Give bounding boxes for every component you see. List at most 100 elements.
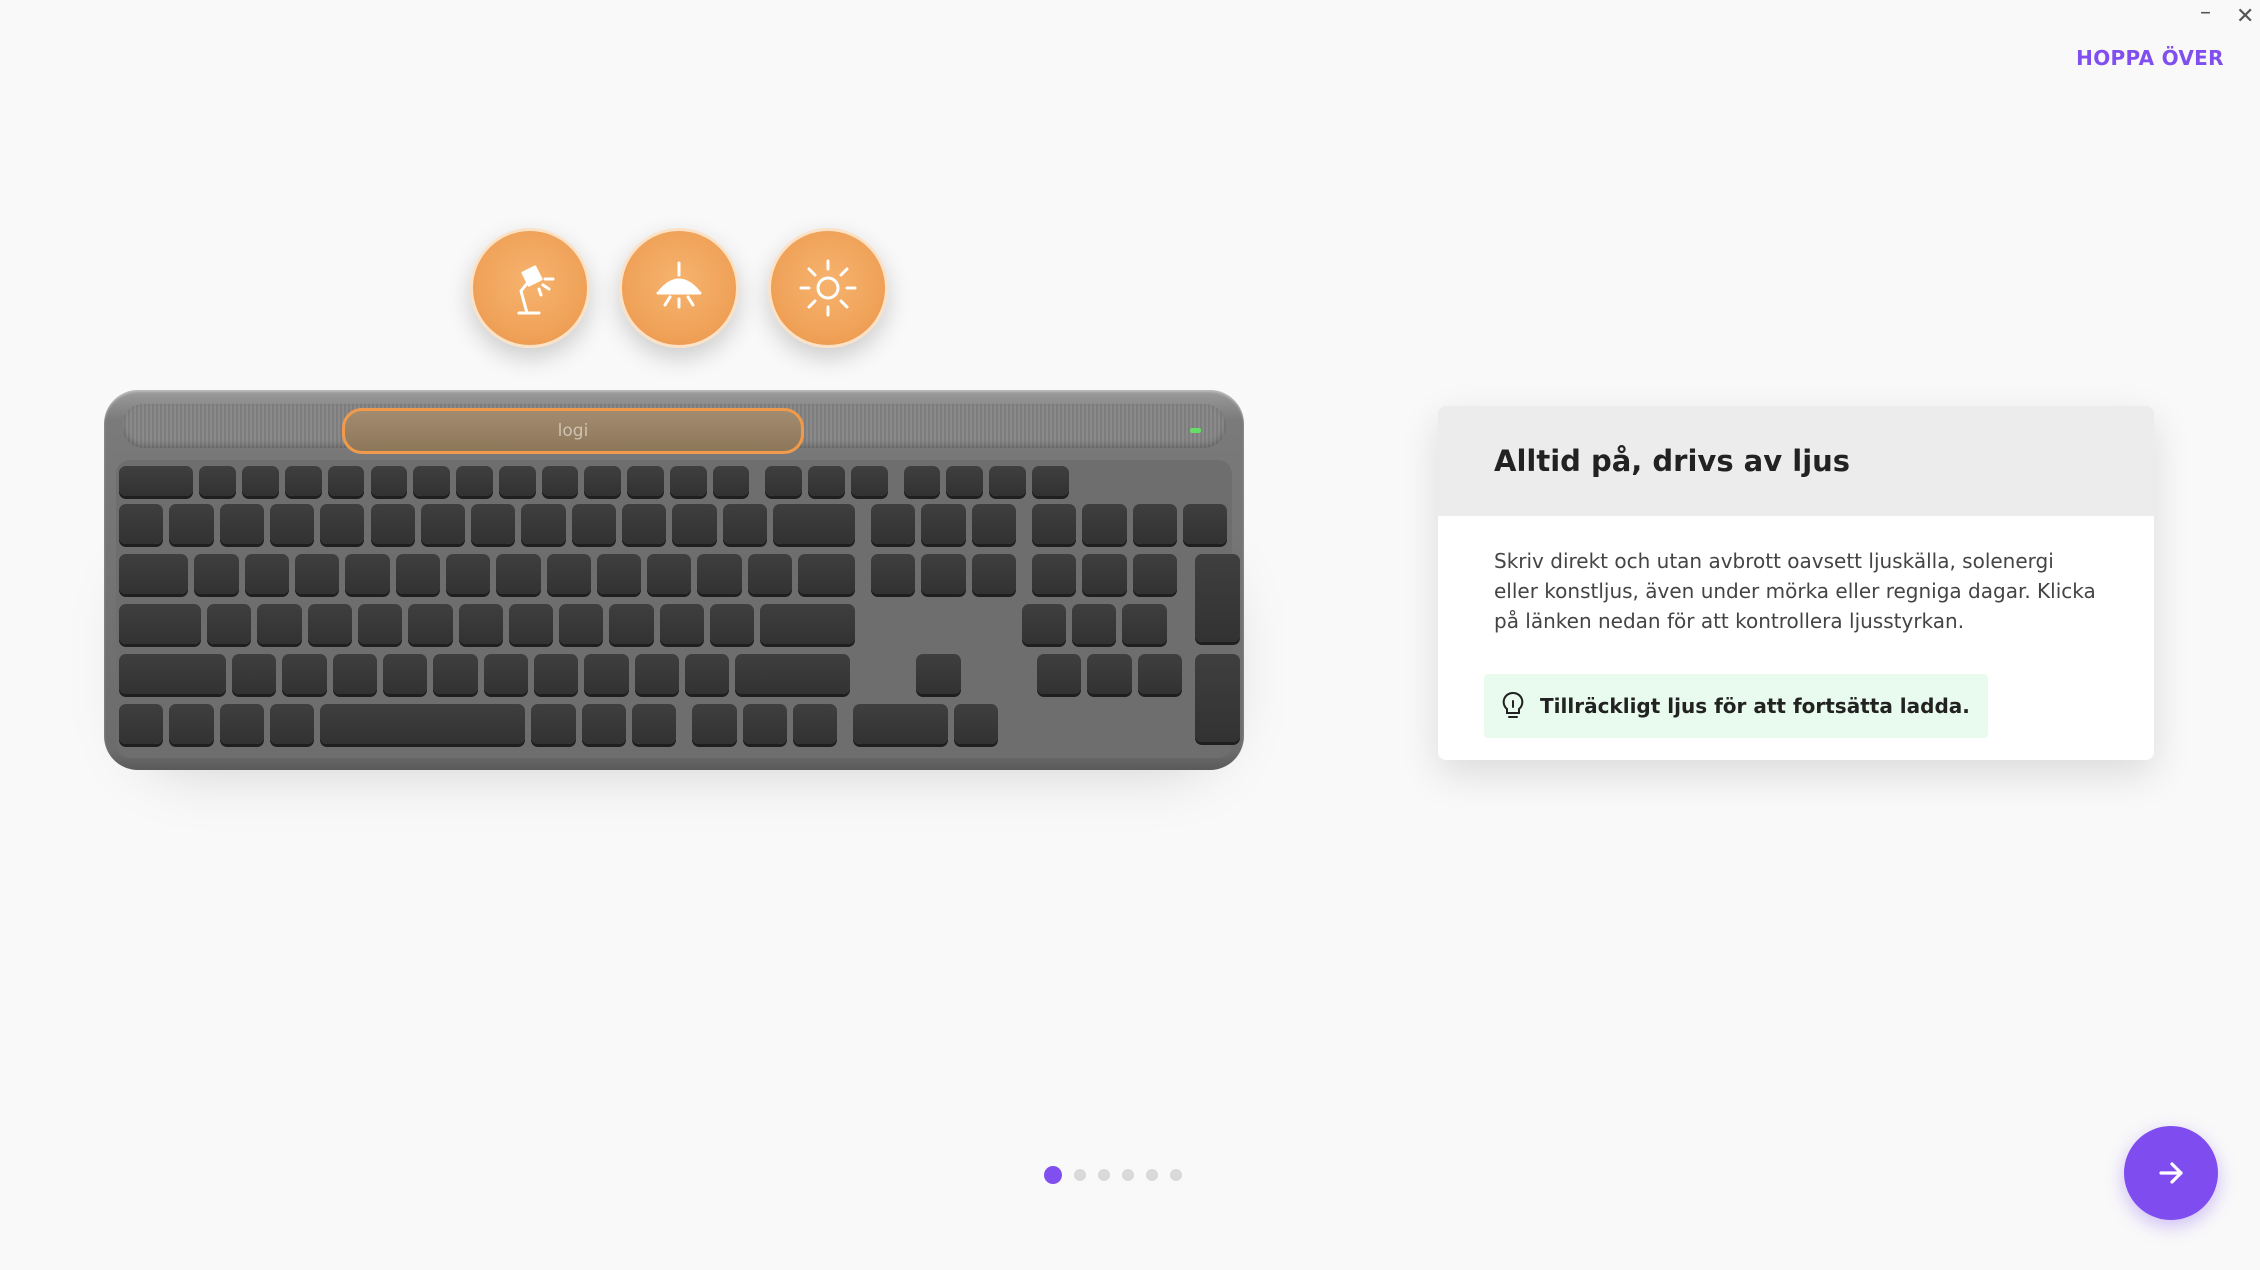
keyboard-key — [219, 504, 264, 544]
desk-lamp-circle — [470, 228, 590, 348]
card-title: Alltid på, drivs av ljus — [1494, 444, 1851, 478]
keyboard-key — [971, 504, 1016, 544]
keyboard-key — [571, 504, 616, 544]
keyboard-key — [627, 466, 664, 496]
keyboard-key — [584, 654, 629, 694]
keyboard-key — [413, 466, 450, 496]
keyboard-key — [345, 554, 390, 594]
keyboard-key — [953, 704, 999, 744]
keyboard-key — [1132, 504, 1177, 544]
keyboard-key — [320, 704, 526, 744]
keyboard-key — [546, 554, 591, 594]
keyboard-key — [634, 654, 679, 694]
keyboard-key — [295, 554, 340, 594]
keyboard-key — [284, 466, 322, 496]
keyboard-key — [169, 504, 214, 544]
minimize-button[interactable]: – — [2200, 0, 2211, 25]
arrow-right-icon — [2159, 1162, 2183, 1184]
keyboard-key — [498, 466, 536, 496]
pager-dot[interactable] — [1044, 1166, 1062, 1184]
keyboard-key — [207, 604, 252, 644]
keyboard-key — [632, 704, 677, 744]
keyboard-key — [609, 604, 654, 644]
keyboard-key — [946, 466, 984, 496]
keyboard-key — [1031, 466, 1069, 496]
keyboard-key — [408, 604, 453, 644]
keyboard-key — [1195, 554, 1240, 642]
keyboard-key — [921, 504, 966, 544]
keyboard-key — [989, 466, 1026, 496]
pager-dot[interactable] — [1170, 1169, 1182, 1181]
keyboard-key — [269, 504, 315, 544]
card-header: Alltid på, drivs av ljus — [1438, 406, 2154, 516]
lightbulb-icon — [1502, 691, 1524, 718]
keyboard-key — [257, 604, 302, 644]
keyboard-key — [383, 654, 428, 694]
keyboard-key — [1082, 554, 1127, 594]
keyboard-body: logi — [104, 390, 1244, 770]
keyboard-key — [916, 654, 961, 694]
keyboard-key — [710, 604, 755, 644]
keyboard-key — [395, 554, 440, 594]
pager — [1044, 1166, 1182, 1184]
keyboard-key — [483, 654, 528, 694]
keyboard-key — [433, 654, 478, 694]
keyboard-key — [1122, 604, 1167, 644]
keyboard-key — [1031, 504, 1077, 544]
keyboard-keys — [116, 460, 1240, 758]
keyboard-key — [169, 704, 214, 744]
pager-dot[interactable] — [1146, 1169, 1158, 1181]
keyboard-key — [870, 504, 916, 544]
status-text: Tillräckligt ljus för att fortsätta ladd… — [1540, 694, 1970, 718]
keyboard-key — [1072, 604, 1117, 644]
keyboard-key — [647, 554, 692, 594]
status-box: Tillräckligt ljus för att fortsätta ladd… — [1484, 674, 1988, 738]
close-window-button[interactable]: ✕ — [2236, 4, 2254, 29]
status-led — [1190, 428, 1201, 433]
next-button[interactable] — [2124, 1126, 2218, 1220]
keyboard-key — [742, 704, 788, 744]
keyboard-key — [119, 654, 227, 694]
info-card: Alltid på, drivs av ljus Skriv direkt oc… — [1438, 406, 2154, 760]
keyboard-key — [370, 466, 408, 496]
keyboard-key — [735, 654, 850, 694]
keyboard-key — [903, 466, 941, 496]
keyboard-key — [1036, 654, 1082, 694]
keyboard-key — [357, 604, 403, 644]
keyboard-key — [712, 466, 750, 496]
keyboard-key — [622, 504, 667, 544]
desk-lamp-icon — [517, 265, 555, 315]
pager-dot[interactable] — [1122, 1169, 1134, 1181]
sun-circle — [768, 228, 888, 348]
pager-dot[interactable] — [1074, 1169, 1086, 1181]
keyboard-key — [1031, 554, 1077, 594]
skip-button[interactable]: HOPPA ÖVER — [2050, 46, 2250, 70]
keyboard-key — [232, 654, 277, 694]
keyboard-key — [850, 466, 888, 496]
keyboard-key — [327, 466, 365, 496]
keyboard-key — [1082, 504, 1127, 544]
keyboard-key — [1182, 504, 1228, 544]
keyboard-key — [420, 504, 466, 544]
keyboard-key — [531, 704, 576, 744]
keyboard-key — [533, 654, 579, 694]
keyboard-key — [697, 554, 742, 594]
keyboard-key — [584, 466, 622, 496]
keyboard-key — [119, 554, 189, 594]
keyboard-key — [596, 554, 642, 594]
keyboard-key — [1132, 554, 1177, 594]
keyboard-key — [808, 466, 845, 496]
keyboard-key — [370, 504, 415, 544]
keyboard-key — [793, 704, 838, 744]
card-description: Skriv direkt och utan avbrott oavsett lj… — [1494, 549, 2096, 633]
keyboard-key — [659, 604, 705, 644]
keyboard-key — [119, 504, 164, 544]
keyboard-key — [320, 504, 365, 544]
keyboard-key — [445, 554, 491, 594]
keyboard-key — [798, 554, 855, 594]
keyboard-key — [242, 466, 279, 496]
keyboard-key — [458, 604, 503, 644]
sun-icon — [799, 259, 857, 317]
pager-dot[interactable] — [1098, 1169, 1110, 1181]
keyboard-key — [870, 554, 916, 594]
